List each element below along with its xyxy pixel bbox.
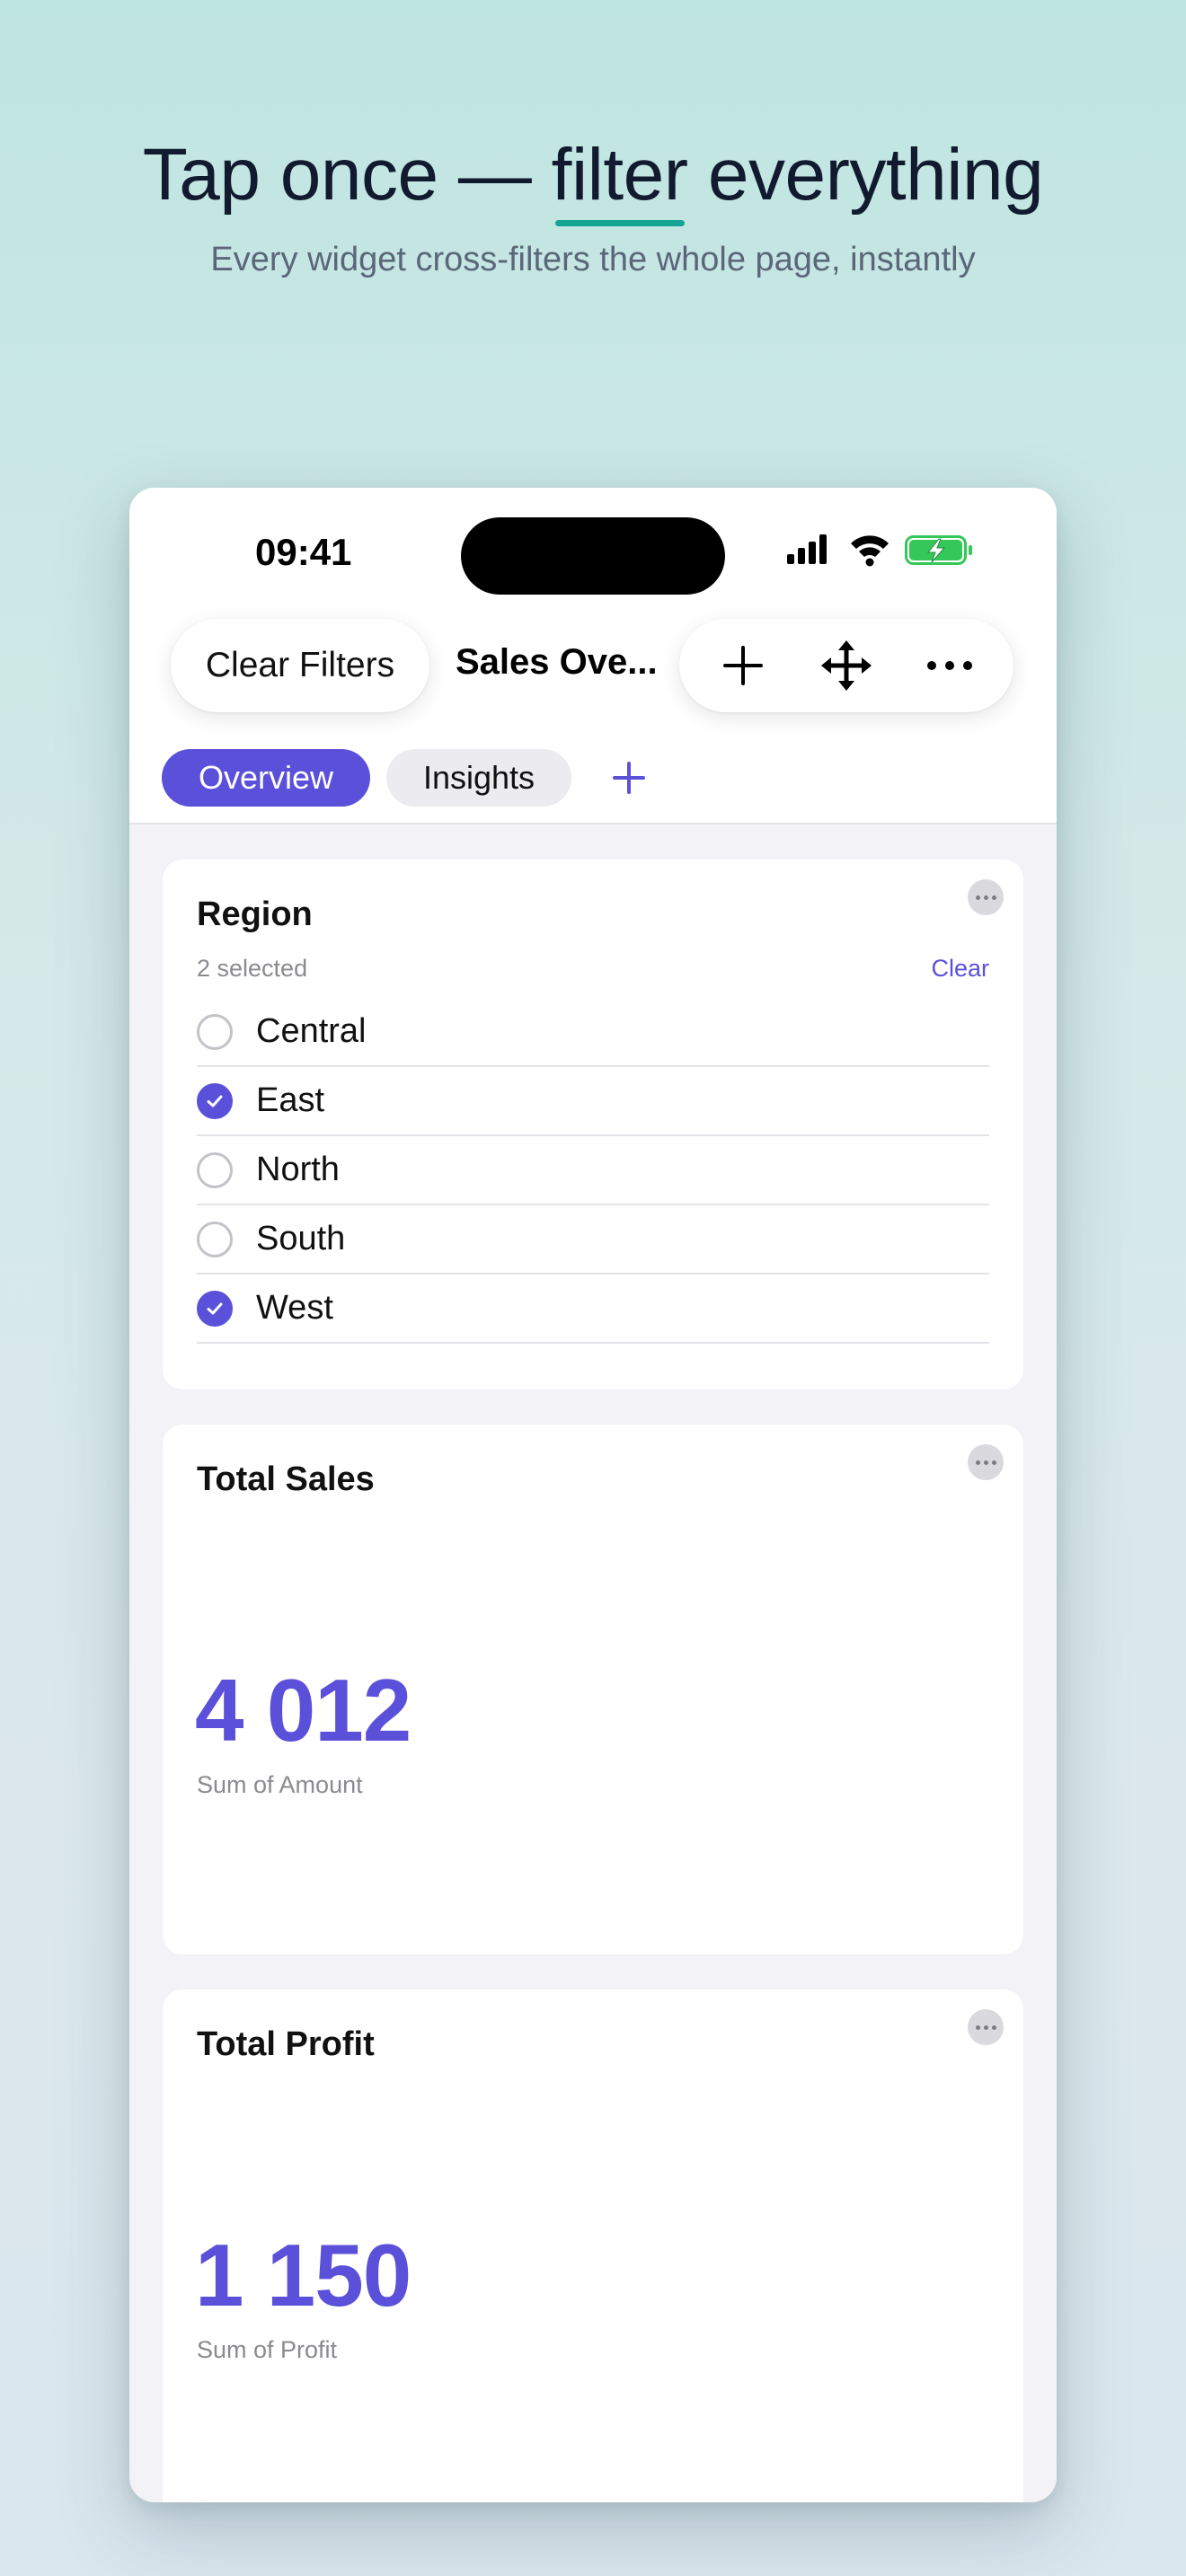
headline-before: Tap once — bbox=[142, 134, 552, 216]
option-label: East bbox=[256, 1081, 325, 1119]
unchecked-radio-icon bbox=[197, 1221, 233, 1257]
headline-after: everything bbox=[687, 134, 1044, 216]
option-label: Central bbox=[256, 1012, 367, 1050]
option-label: South bbox=[256, 1220, 346, 1257]
cellular-signal-icon-bars bbox=[787, 534, 827, 564]
total-profit-card[interactable]: Total Profit 1 150 Sum of Profit bbox=[163, 1989, 1023, 2502]
option-label: North bbox=[256, 1151, 340, 1188]
battery-charging-icon bbox=[905, 535, 972, 565]
tab-overview[interactable]: Overview bbox=[162, 749, 370, 807]
region-filter-card: Region 2 selected Clear Central East Nor… bbox=[163, 860, 1023, 1389]
move-icon[interactable] bbox=[810, 630, 882, 701]
region-option-east[interactable]: East bbox=[197, 1067, 989, 1136]
region-option-south[interactable]: South bbox=[197, 1205, 989, 1275]
region-option-north[interactable]: North bbox=[197, 1136, 989, 1205]
region-option-central[interactable]: Central bbox=[197, 998, 989, 1067]
plus-icon[interactable] bbox=[707, 630, 779, 701]
unchecked-radio-icon bbox=[197, 1013, 233, 1050]
checkmark-icon bbox=[197, 1290, 233, 1327]
region-option-west[interactable]: West bbox=[197, 1275, 989, 1344]
unchecked-radio-icon bbox=[197, 1151, 233, 1188]
plus-icon bbox=[613, 762, 645, 794]
headline-highlight: filter bbox=[551, 134, 688, 226]
card-title: Region bbox=[197, 895, 313, 933]
clear-selection-link[interactable]: Clear bbox=[931, 955, 989, 983]
card-title: Total Profit bbox=[197, 2025, 375, 2063]
card-title: Total Sales bbox=[197, 1460, 375, 1498]
top-bar-area: 09:41 Clear Filters Sales Ove... Overvie… bbox=[129, 488, 1057, 825]
metric-value: 1 150 bbox=[195, 2226, 412, 2325]
card-more-button[interactable] bbox=[968, 1444, 1004, 1480]
option-label: West bbox=[256, 1289, 333, 1327]
total-sales-card[interactable]: Total Sales 4 012 Sum of Amount bbox=[163, 1425, 1023, 1954]
wifi-icon bbox=[851, 535, 889, 567]
metric-value: 4 012 bbox=[195, 1661, 412, 1760]
checkmark-icon bbox=[197, 1082, 233, 1119]
phone-screen: 09:41 Clear Filters Sales Ove... Overvie… bbox=[129, 488, 1057, 2502]
metric-caption: Sum of Amount bbox=[197, 1771, 363, 1798]
page-title: Sales Ove... bbox=[456, 642, 658, 682]
marketing-subheadline: Every widget cross-filters the whole pag… bbox=[210, 241, 976, 278]
card-more-button[interactable] bbox=[968, 2009, 1004, 2045]
metric-caption: Sum of Profit bbox=[197, 2336, 338, 2363]
toolbar-actions bbox=[679, 619, 1013, 712]
add-tab-button[interactable] bbox=[600, 749, 658, 807]
region-option-list: Central East North South West bbox=[197, 998, 989, 1344]
tab-insights[interactable]: Insights bbox=[386, 749, 571, 807]
clear-filters-button[interactable]: Clear Filters bbox=[171, 619, 429, 712]
selected-count: 2 selected bbox=[197, 955, 308, 982]
marketing-headline: Tap once — filter everything bbox=[0, 133, 1186, 226]
ellipsis-icon[interactable] bbox=[914, 630, 986, 701]
card-more-button[interactable] bbox=[968, 879, 1004, 915]
